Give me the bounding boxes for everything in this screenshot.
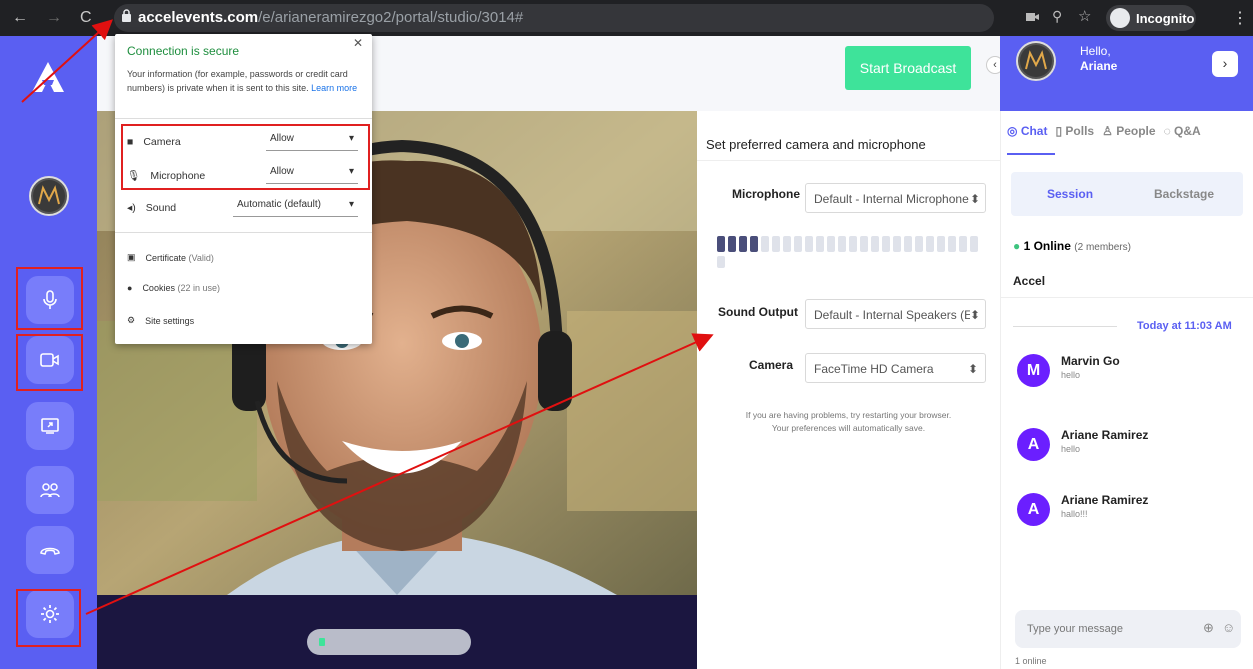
screen: ← → C accelevents.com/e/arianeramirezgo2… [0, 0, 1253, 669]
annotation-arrows [21, 19, 714, 615]
